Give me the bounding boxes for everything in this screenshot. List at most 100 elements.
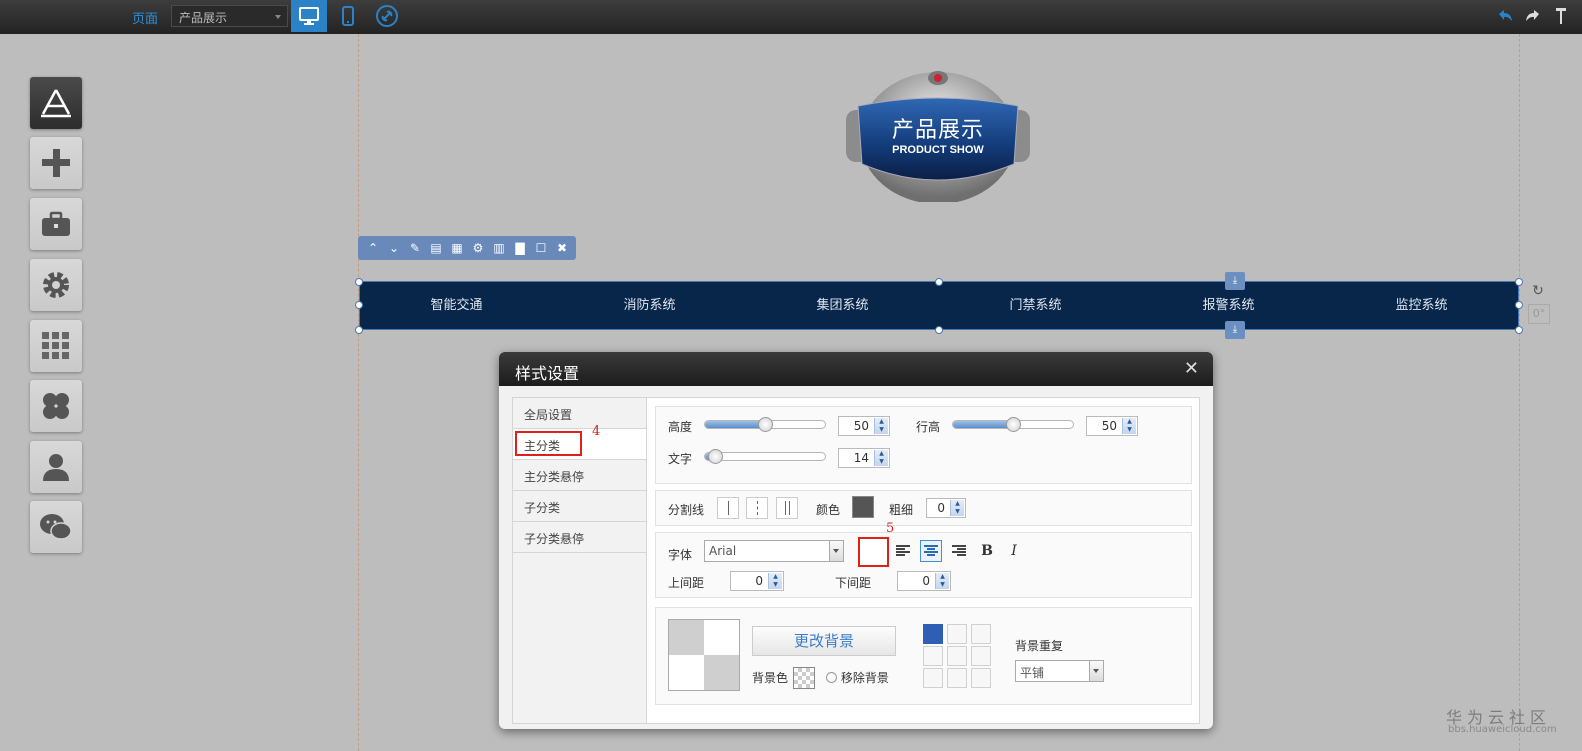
layout-icon[interactable]: ▤	[427, 239, 445, 257]
resize-handle[interactable]	[1515, 278, 1523, 286]
stepper-arrows-icon[interactable]: ▲ ▼	[935, 573, 949, 589]
slider-knob[interactable]	[758, 417, 773, 432]
page-select[interactable]: 产品展示	[171, 5, 288, 27]
background-preview	[668, 619, 740, 691]
nav-item[interactable]: 消防系统	[553, 282, 746, 329]
slider-knob[interactable]	[707, 449, 723, 464]
bg-position-top-right[interactable]	[971, 624, 991, 644]
bg-position-top-center[interactable]	[947, 624, 967, 644]
line-height-stepper[interactable]: 50 ▲ ▼	[1086, 416, 1138, 436]
resize-handle[interactable]	[1515, 301, 1523, 309]
undo-button[interactable]	[1492, 0, 1518, 32]
resize-handle[interactable]	[355, 301, 363, 309]
bg-position-bottom-left[interactable]	[923, 668, 943, 688]
link-button[interactable]	[369, 0, 405, 32]
user-button[interactable]	[30, 441, 82, 493]
stepper-arrows-icon[interactable]: ▲ ▼	[768, 573, 782, 589]
redo-button[interactable]	[1520, 0, 1546, 32]
desktop-view-button[interactable]	[291, 0, 327, 32]
trash-icon[interactable]: ✖	[553, 239, 571, 257]
bottom-spacing-stepper[interactable]: 0 ▲ ▼	[897, 571, 951, 591]
italic-button[interactable]: I	[1003, 540, 1025, 562]
font-select[interactable]: Arial	[704, 540, 844, 562]
resize-handle[interactable]	[935, 326, 943, 334]
chart-icon[interactable]: ▇	[511, 239, 529, 257]
change-background-button[interactable]: 更改背景	[752, 626, 896, 656]
bg-position-top-left[interactable]	[923, 624, 943, 644]
wechat-button[interactable]	[30, 501, 82, 553]
bg-position-bottom-center[interactable]	[947, 668, 967, 688]
font-color-swatch[interactable]	[858, 537, 889, 567]
slider-knob[interactable]	[1006, 417, 1021, 432]
thickness-stepper[interactable]: 0 ▲ ▼	[926, 498, 966, 518]
nav-item[interactable]: 智能交通	[360, 282, 553, 329]
text-size-stepper[interactable]: 14 ▲ ▼	[838, 448, 890, 468]
settings-button[interactable]	[30, 259, 82, 311]
divider-double-option[interactable]	[776, 497, 798, 519]
divider-color-label: 颜色	[816, 503, 841, 517]
bg-color-swatch[interactable]	[793, 667, 815, 689]
resize-handle[interactable]	[355, 278, 363, 286]
bg-position-middle-left[interactable]	[923, 646, 943, 666]
angle-input[interactable]: 0°	[1528, 304, 1550, 324]
resize-handle[interactable]	[935, 278, 943, 286]
line-height-slider-fill	[953, 421, 1013, 428]
close-icon[interactable]: ✕	[1184, 358, 1199, 379]
rotate-icon[interactable]: ↻	[1529, 283, 1547, 301]
move-down-icon[interactable]: ⌄	[385, 239, 403, 257]
remove-icon	[826, 672, 837, 683]
tab-global-settings[interactable]: 全局设置	[513, 398, 646, 429]
columns-icon[interactable]: ▥	[490, 239, 508, 257]
stepper-arrows-icon[interactable]: ▲ ▼	[874, 418, 888, 434]
align-right-icon	[952, 545, 966, 556]
grid-apps-button[interactable]	[30, 320, 82, 372]
bg-position-bottom-right[interactable]	[971, 668, 991, 688]
stepper-arrows-icon[interactable]: ▲ ▼	[874, 450, 888, 466]
gear-icon	[43, 272, 69, 298]
clover-icon	[43, 393, 69, 419]
thickness-value: 0	[937, 501, 945, 515]
nav-item[interactable]: 监控系统	[1325, 282, 1518, 329]
nav-bar-element[interactable]: 智能交通 消防系统 集团系统 门禁系统 报警系统 监控系统	[359, 281, 1519, 330]
edit-icon[interactable]: ✎	[406, 239, 424, 257]
text-size-slider[interactable]	[704, 449, 826, 464]
align-right-button[interactable]	[948, 540, 970, 562]
height-slider[interactable]	[704, 417, 826, 432]
add-element-button[interactable]	[30, 137, 82, 189]
unlock-icon[interactable]: ☐	[532, 239, 550, 257]
nav-item[interactable]: 集团系统	[746, 282, 939, 329]
resize-handle[interactable]	[355, 326, 363, 334]
bg-repeat-select[interactable]: 平铺	[1015, 660, 1104, 682]
line-height-value: 50	[1101, 419, 1117, 433]
remove-bg-link[interactable]: 移除背景	[826, 669, 889, 686]
download-icon[interactable]: ⤓	[1225, 272, 1245, 290]
top-spacing-stepper[interactable]: 0 ▲ ▼	[730, 571, 784, 591]
annotation-step-4: 4	[592, 424, 601, 439]
divider-dashed-option[interactable]	[746, 497, 768, 519]
pin-button[interactable]	[1548, 0, 1574, 32]
align-center-button[interactable]	[920, 540, 942, 562]
resize-handle[interactable]	[1515, 326, 1523, 334]
divider-solid-option[interactable]	[717, 497, 739, 519]
tab-sub-category-hover[interactable]: 子分类悬停	[513, 522, 646, 553]
height-stepper[interactable]: 50 ▲ ▼	[838, 416, 890, 436]
line-height-slider[interactable]	[952, 417, 1074, 432]
align-left-button[interactable]	[892, 540, 914, 562]
gear-icon[interactable]: ⚙	[469, 239, 487, 257]
stepper-arrows-icon[interactable]: ▲ ▼	[1122, 418, 1136, 434]
divider-color-swatch[interactable]	[852, 496, 874, 518]
tab-sub-category[interactable]: 子分类	[513, 491, 646, 522]
move-up-icon[interactable]: ⌃	[364, 239, 382, 257]
app-store-button[interactable]	[30, 77, 82, 129]
clover-button[interactable]	[30, 380, 82, 432]
download-icon[interactable]: ⤓	[1225, 321, 1245, 339]
bg-position-center[interactable]	[947, 646, 967, 666]
mobile-view-button[interactable]	[330, 0, 366, 32]
bg-position-middle-right[interactable]	[971, 646, 991, 666]
nav-item[interactable]: 门禁系统	[939, 282, 1132, 329]
toolbox-button[interactable]	[30, 198, 82, 250]
tab-main-category-hover[interactable]: 主分类悬停	[513, 460, 646, 491]
stepper-arrows-icon[interactable]: ▲ ▼	[950, 500, 964, 516]
bold-button[interactable]: B	[976, 540, 998, 562]
style-settings-icon[interactable]: ▦	[448, 239, 466, 257]
